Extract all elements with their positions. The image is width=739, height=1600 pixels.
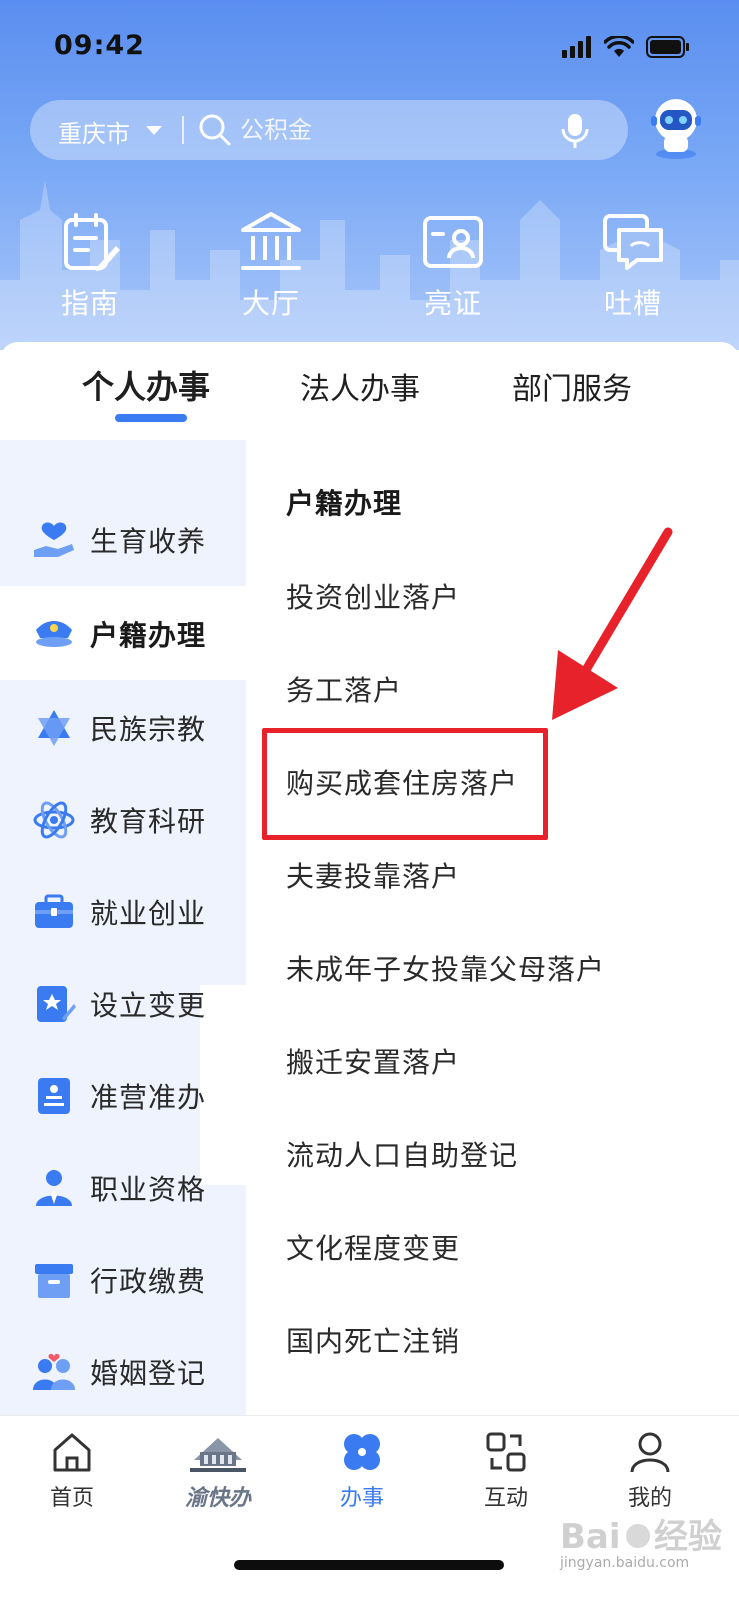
service-item[interactable]: 国内死亡注销: [286, 1320, 460, 1360]
sidebar-item-label: 行政缴费: [90, 1265, 207, 1298]
sidebar-item-professional-qualification[interactable]: 职业资格: [0, 1140, 246, 1234]
police-cap-icon: [36, 621, 72, 647]
nav-home[interactable]: 首页: [22, 1430, 122, 1512]
yukuaiban-logo-icon: [190, 1438, 246, 1472]
quick-action-label: 吐槽: [603, 287, 662, 320]
quick-action-id-card[interactable]: 亮证: [398, 210, 508, 322]
sidebar-item-label: 户籍办理: [90, 619, 207, 652]
sidebar-item-label: 婚姻登记: [90, 1357, 207, 1390]
couple-icon: [33, 1353, 75, 1390]
search-icon[interactable]: [198, 113, 232, 147]
header-banner: 09:42 重庆市 公积金 指南 大厅 亮证 吐槽: [0, 0, 739, 350]
guide-icon: [64, 213, 120, 271]
sidebar-item-label: 职业资格: [90, 1173, 207, 1206]
sidebar-item-label: 设立变更: [90, 989, 207, 1022]
hand-heart-icon: [34, 522, 74, 557]
service-item[interactable]: 流动人口自助登记: [286, 1134, 518, 1174]
annotation-arrow-icon: [552, 527, 673, 720]
nav-interact[interactable]: 互动: [456, 1430, 556, 1512]
category-sidebar: 生育收养 户籍办理 民族宗教 教育科研 就业创业 设立变更 准营准办 职业资格 …: [0, 440, 246, 1415]
section-title: 户籍办理: [286, 487, 403, 520]
service-item[interactable]: 务工落户: [286, 669, 402, 709]
quick-action-label: 亮证: [423, 287, 482, 320]
quick-action-guide[interactable]: 指南: [35, 210, 145, 322]
sidebar-item-label: 教育科研: [90, 805, 207, 838]
tab-department-services[interactable]: 部门服务: [512, 364, 632, 408]
svg-text:经验: 经验: [654, 1517, 722, 1557]
sidebar-item-employment[interactable]: 就业创业: [0, 864, 246, 958]
id-card-icon: [423, 216, 483, 268]
service-item[interactable]: 夫妻投靠落户: [286, 855, 460, 895]
license-icon: [38, 1078, 70, 1114]
nav-label: 互动: [483, 1486, 528, 1511]
sidebar-item-ethnicity-religion[interactable]: 民族宗教: [0, 680, 246, 774]
service-item[interactable]: 投资创业落户: [286, 576, 460, 616]
sidebar-item-business-license[interactable]: 准营准办: [0, 1048, 246, 1142]
sidebar-item-household-registration[interactable]: 户籍办理: [0, 586, 246, 680]
home-indicator: [234, 1560, 504, 1570]
nav-yukuaiban[interactable]: 渝快办: [168, 1430, 268, 1512]
tab-legal-entity[interactable]: 法人办事: [300, 364, 420, 408]
chevron-down-icon[interactable]: [146, 126, 162, 135]
status-time: 09:42: [54, 30, 145, 61]
search-input[interactable]: [240, 110, 540, 150]
sidebar-item-label: 民族宗教: [90, 713, 207, 746]
tab-personal[interactable]: 个人办事: [82, 362, 210, 408]
nav-label: 我的: [627, 1486, 672, 1511]
four-petal-icon: [344, 1434, 380, 1470]
city-selector[interactable]: 重庆市: [58, 114, 130, 149]
quick-action-feedback[interactable]: 吐槽: [578, 210, 688, 322]
search-bar[interactable]: 重庆市: [30, 100, 628, 160]
nav-label: 首页: [49, 1486, 94, 1511]
document-edit-icon: [37, 986, 76, 1022]
sidebar-item-administrative-fees[interactable]: 行政缴费: [0, 1232, 246, 1326]
briefcase-icon: [35, 894, 73, 928]
quick-action-label: 大厅: [241, 287, 300, 320]
service-item[interactable]: 未成年子女投靠父母落户: [286, 948, 605, 988]
home-icon: [53, 1433, 91, 1472]
person-tie-icon: [36, 1170, 72, 1206]
annotation-highlight-box: [262, 728, 548, 840]
service-item[interactable]: 文化程度变更: [286, 1227, 460, 1267]
wifi-icon: [604, 36, 634, 57]
nav-label: 办事: [339, 1486, 384, 1511]
sidebar-item-label: 生育收养: [90, 525, 207, 558]
star-of-david-icon: [38, 710, 70, 746]
category-tabs: 个人办事 法人办事 部门服务: [0, 342, 739, 440]
sidebar-item-establishment-change[interactable]: 设立变更: [0, 956, 246, 1050]
watermark-url: jingyan.baidu.com: [560, 1555, 690, 1571]
sidebar-item-label: 准营准办: [90, 1081, 207, 1114]
user-icon: [630, 1432, 670, 1473]
service-item[interactable]: 搬迁安置落户: [286, 1041, 460, 1081]
interact-icon: [486, 1432, 526, 1472]
atom-icon: [33, 801, 75, 839]
signal-icon: [562, 36, 591, 58]
nav-profile[interactable]: 我的: [600, 1430, 700, 1512]
nav-services[interactable]: 办事: [312, 1430, 412, 1512]
quick-action-label: 指南: [60, 287, 119, 320]
sidebar-item-label: 就业创业: [90, 897, 207, 930]
hall-icon: [241, 212, 301, 270]
sidebar-item-marriage-registration[interactable]: 婚姻登记: [0, 1324, 246, 1418]
feedback-icon: [603, 214, 663, 270]
battery-icon: [646, 36, 689, 58]
assistant-robot-icon[interactable]: [648, 96, 704, 160]
active-tab-indicator: [115, 414, 187, 422]
nav-label: 渝快办: [184, 1486, 251, 1511]
sidebar-item-education-research[interactable]: 教育科研: [0, 772, 246, 866]
quick-action-hall[interactable]: 大厅: [216, 210, 326, 322]
search-divider: [182, 116, 184, 144]
sidebar-item-birth-adoption[interactable]: 生育收养: [0, 492, 246, 586]
archive-box-icon: [35, 1264, 73, 1298]
status-bar: 09:42: [0, 0, 739, 92]
microphone-icon[interactable]: [560, 112, 590, 150]
svg-text:Bai: Bai: [560, 1517, 621, 1557]
